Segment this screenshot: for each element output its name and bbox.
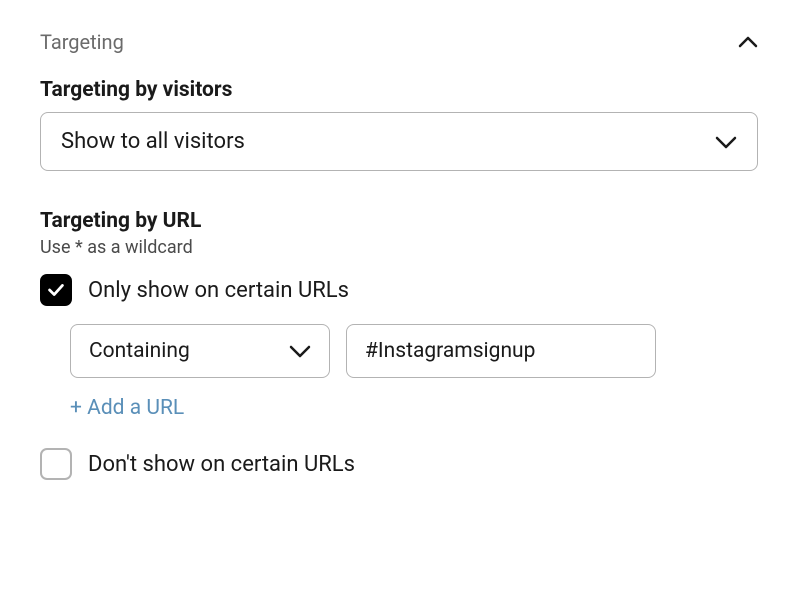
dont-show-checkbox[interactable] xyxy=(40,448,72,480)
url-hint: Use * as a wildcard xyxy=(40,237,758,258)
chevron-down-icon xyxy=(289,344,311,358)
visitors-select-value: Show to all visitors xyxy=(61,129,245,154)
chevron-down-icon xyxy=(715,135,737,149)
dont-show-row: Don't show on certain URLs xyxy=(40,448,758,480)
url-label: Targeting by URL xyxy=(40,209,758,233)
collapse-icon[interactable] xyxy=(738,36,758,48)
url-controls: Containing xyxy=(70,324,758,378)
section-header: Targeting xyxy=(40,30,758,54)
match-type-select[interactable]: Containing xyxy=(70,324,330,378)
targeting-visitors-section: Targeting by visitors Show to all visito… xyxy=(40,78,758,171)
only-show-row: Only show on certain URLs xyxy=(40,274,758,306)
targeting-url-section: Targeting by URL Use * as a wildcard Onl… xyxy=(40,209,758,480)
section-title: Targeting xyxy=(40,30,124,54)
only-show-label: Only show on certain URLs xyxy=(88,278,349,303)
dont-show-label: Don't show on certain URLs xyxy=(88,452,355,477)
match-type-value: Containing xyxy=(89,339,190,363)
url-input[interactable] xyxy=(346,324,656,378)
only-show-checkbox[interactable] xyxy=(40,274,72,306)
visitors-select[interactable]: Show to all visitors xyxy=(40,112,758,171)
visitors-label: Targeting by visitors xyxy=(40,78,758,102)
add-url-link[interactable]: + Add a URL xyxy=(70,396,184,420)
